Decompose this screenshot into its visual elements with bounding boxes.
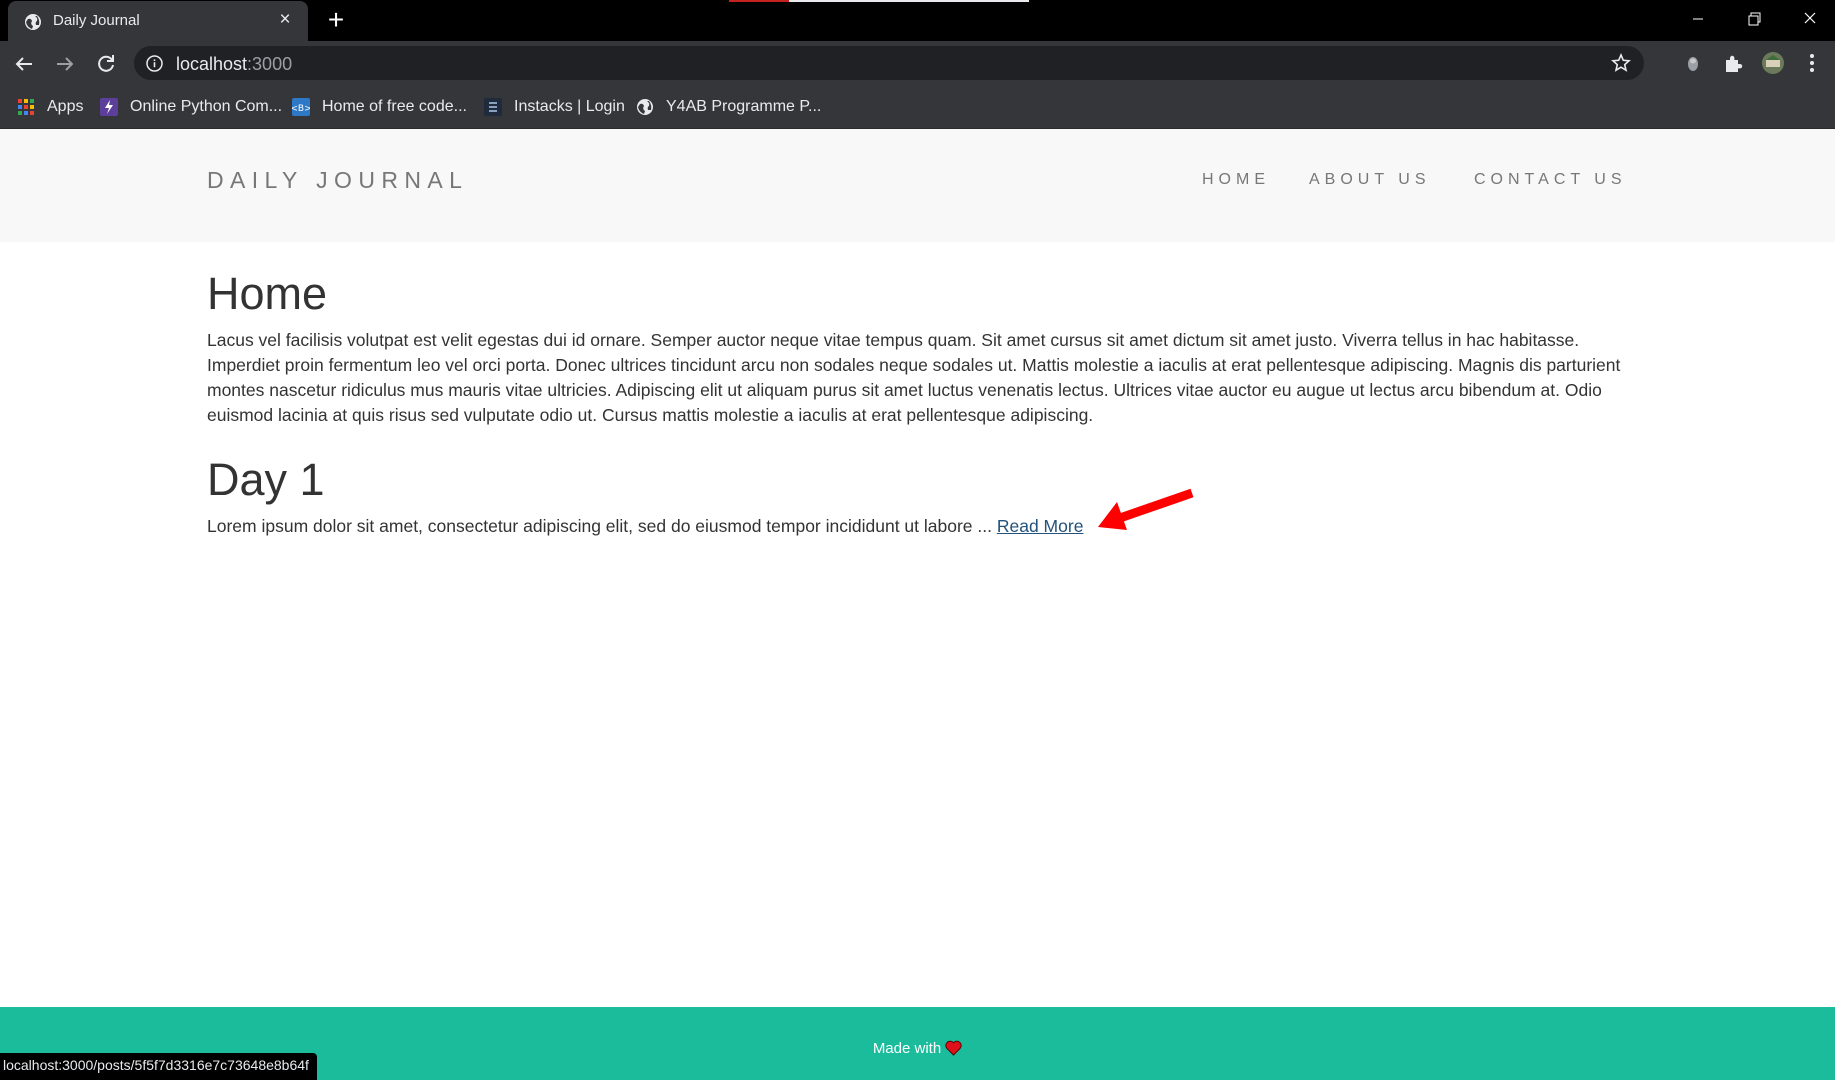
bookmark-online-python[interactable]: Online Python Com... [100,95,282,119]
code-icon: <B> [292,98,310,116]
minimize-icon[interactable] [1670,0,1726,38]
heart-icon [945,1040,962,1056]
bookmark-star-icon[interactable] [1610,52,1632,74]
tab-close-icon[interactable]: × [274,9,296,31]
page-intro-text: Lacus vel facilisis volutpat est velit e… [207,330,1621,425]
extension-icon[interactable] [1681,51,1705,75]
read-more-link[interactable]: Read More [997,516,1084,536]
close-icon[interactable] [1782,0,1835,38]
restore-icon[interactable] [1726,0,1782,38]
site-brand[interactable]: DAILY JOURNAL [207,167,468,194]
bookmark-label: Online Python Com... [130,98,283,115]
address-bar[interactable]: localhost:3000 [134,46,1644,80]
browser-tab-strip: Daily Journal × + [0,0,1835,41]
new-tab-button[interactable]: + [322,6,350,34]
bookmark-label: Instacks | Login [514,98,625,115]
browser-tab-active[interactable]: Daily Journal × [8,1,308,41]
nav-link-contact-us[interactable]: CONTACT US [1474,171,1627,189]
status-bar-url: localhost:3000/posts/5f5f7d3316e7c73648e… [0,1053,317,1080]
reload-icon[interactable] [92,50,120,78]
tab-title: Daily Journal [53,12,140,29]
bookmark-label: Home of free code... [322,98,467,115]
lightning-icon [100,98,118,116]
nav-link-home[interactable]: HOME [1202,171,1270,189]
bookmark-label: Apps [47,98,84,115]
tab-strip-highlight [729,0,1029,2]
back-arrow-icon[interactable] [10,50,38,78]
bookmark-y4ab[interactable]: Y4AB Programme P... [636,95,821,119]
bookmarks-bar: Apps Online Python Com... <B> Home of fr… [0,85,1835,129]
nav-link-about-us[interactable]: ABOUT US [1309,171,1431,189]
bookmark-apps[interactable]: Apps [17,95,83,119]
page-title: Home [207,268,328,319]
post-title: Day 1 [207,454,325,505]
browser-toolbar: localhost:3000 [0,41,1835,85]
browser-menu-icon[interactable] [1800,51,1824,75]
globe-icon [637,99,653,115]
globe-icon [25,14,41,30]
extensions-puzzle-icon[interactable] [1722,51,1746,75]
forward-arrow-icon[interactable] [51,50,79,78]
site-info-icon[interactable] [146,55,163,72]
post-excerpt: Lorem ipsum dolor sit amet, consectetur … [207,514,1083,539]
post-excerpt-text: Lorem ipsum dolor sit amet, consectetur … [207,516,992,536]
bookmark-instacks[interactable]: Instacks | Login [484,95,625,119]
site-navbar: DAILY JOURNAL HOME ABOUT US CONTACT US [0,129,1835,242]
instacks-icon [484,98,502,116]
annotation-arrow-icon [1098,488,1194,530]
address-url: localhost:3000 [176,54,293,74]
svg-text:<B>: <B> [292,104,310,114]
bookmark-label: Y4AB Programme P... [666,98,822,115]
bookmark-free-code[interactable]: <B> Home of free code... [292,95,467,119]
profile-avatar-icon[interactable] [1761,51,1785,75]
apps-grid-icon [18,99,34,115]
